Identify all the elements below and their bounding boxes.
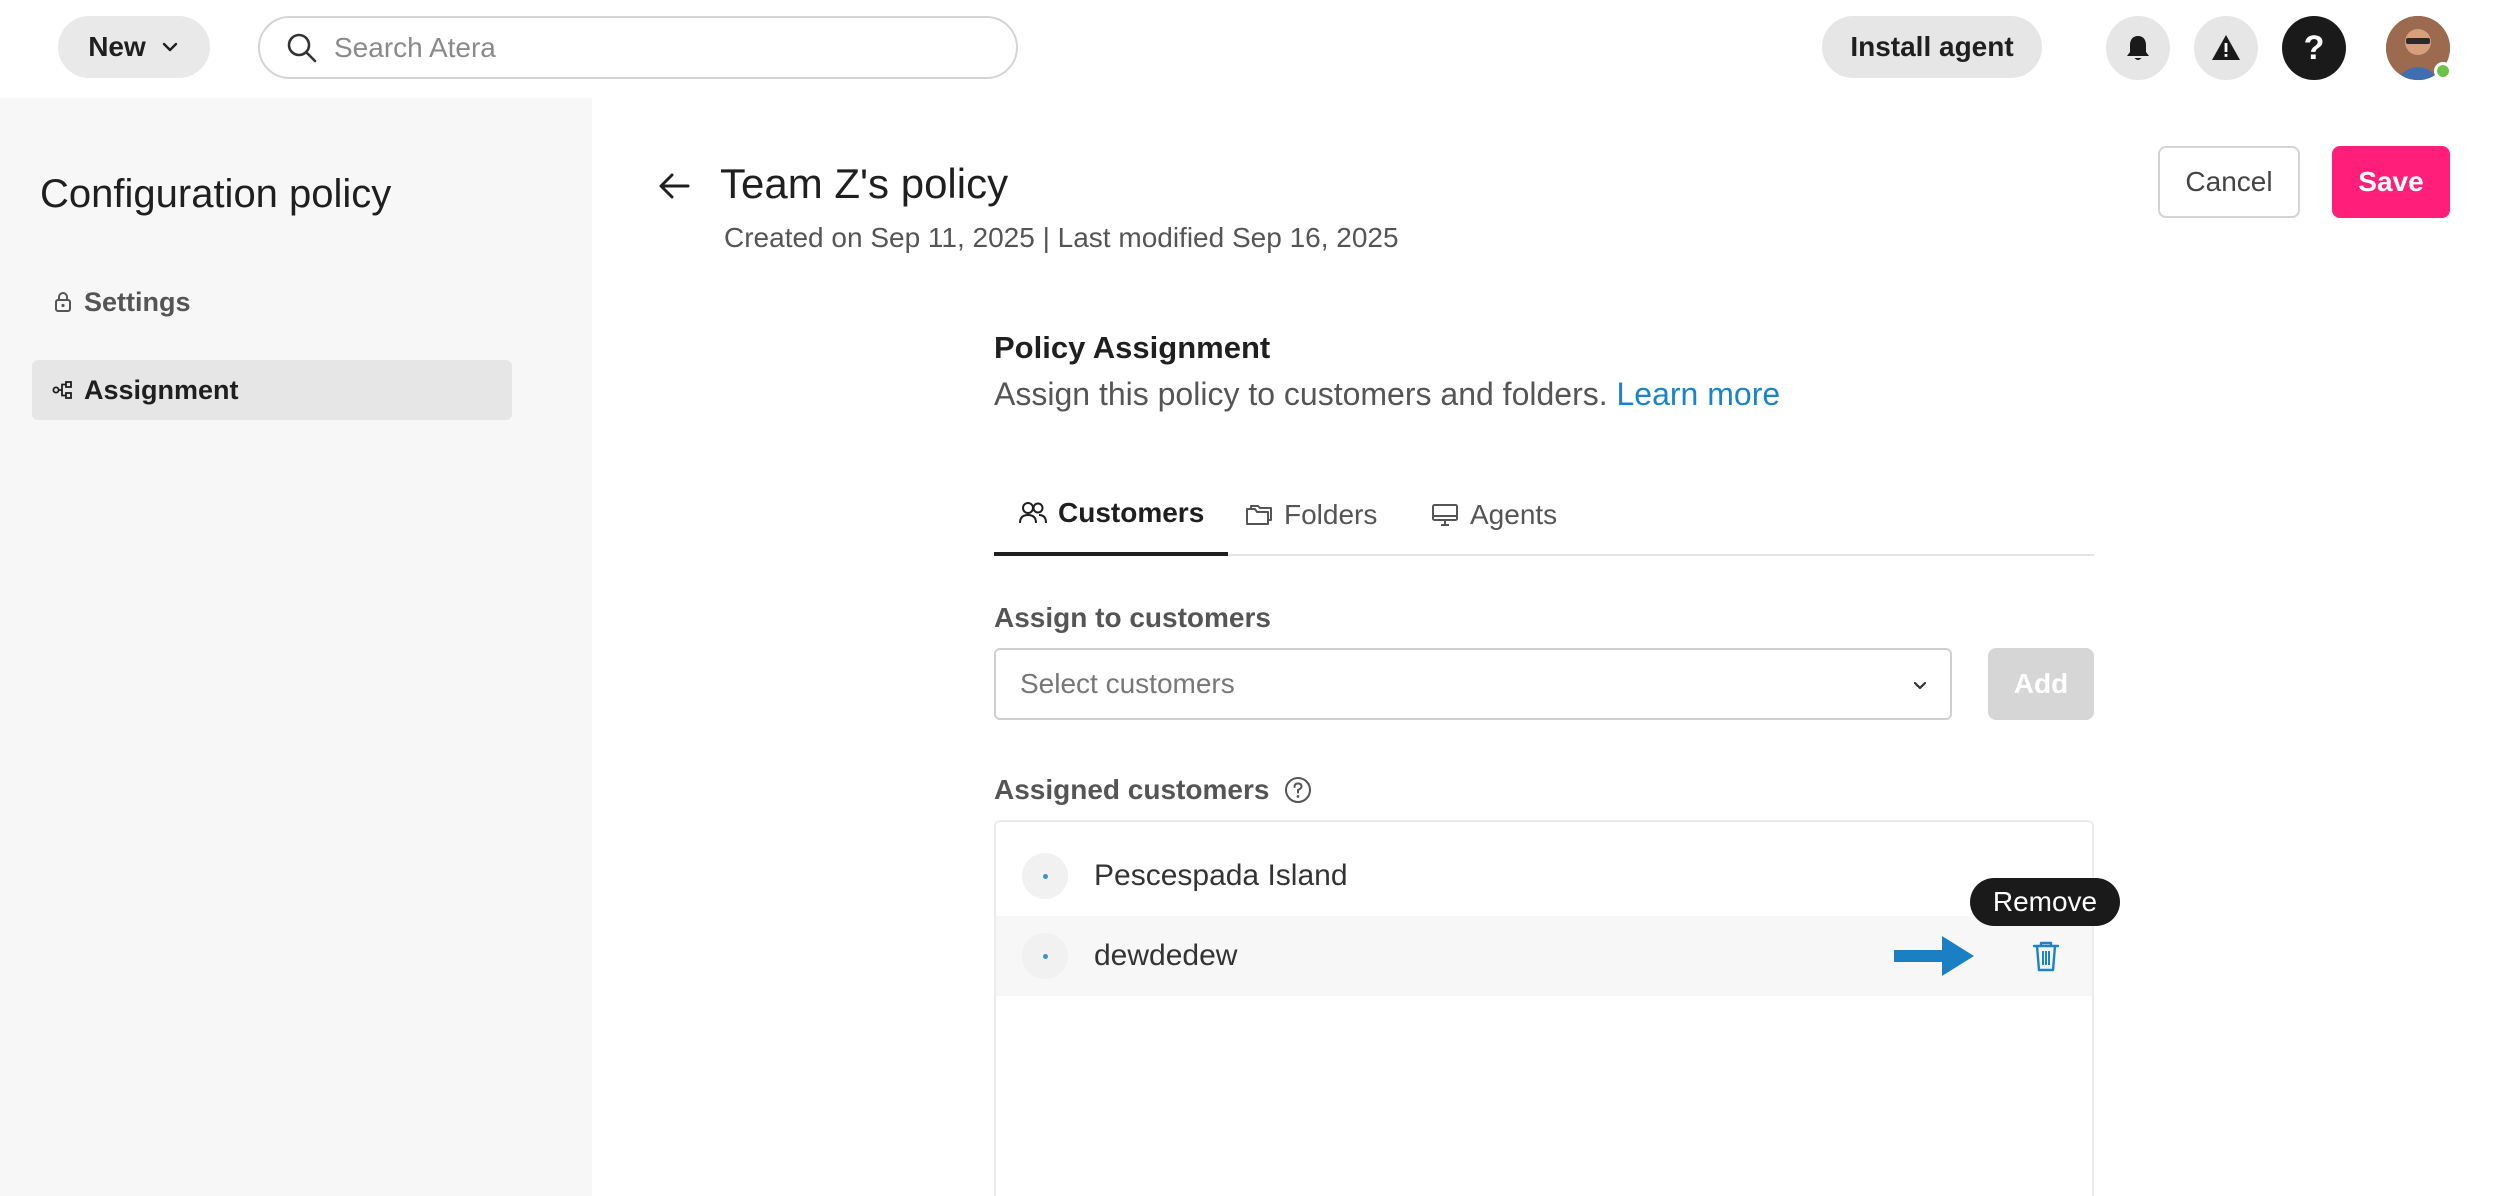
tab-folders[interactable]: Folders xyxy=(1244,474,1377,556)
customers-select[interactable]: Select customers xyxy=(994,648,1952,720)
notifications-button[interactable] xyxy=(2106,16,2170,80)
page-title: Team Z's policy xyxy=(720,160,1009,207)
new-button-label: New xyxy=(88,31,146,62)
install-agent-button[interactable]: Install agent xyxy=(1822,16,2042,78)
chevron-down-icon xyxy=(1913,681,1927,690)
learn-more-link[interactable]: Learn more xyxy=(1617,376,1781,412)
install-agent-label: Install agent xyxy=(1850,31,2014,62)
sidebar: Configuration policy Settings Assignment xyxy=(0,98,592,1196)
chevron-down-icon xyxy=(162,42,177,52)
cancel-button[interactable]: Cancel xyxy=(2158,146,2300,218)
folders-icon xyxy=(1246,505,1272,525)
customer-icon xyxy=(1022,933,1068,979)
section-title: Policy Assignment xyxy=(994,330,1271,365)
search-input[interactable] xyxy=(334,31,934,64)
back-arrow-icon[interactable] xyxy=(654,166,694,206)
sidebar-item-label: Settings xyxy=(84,286,191,317)
assign-field-label: Assign to customers xyxy=(994,602,1271,633)
tab-label: Customers xyxy=(1058,497,1205,528)
assignment-tabs: Customers Folders Agents xyxy=(994,474,2094,556)
alerts-button[interactable] xyxy=(2194,16,2258,80)
tab-label: Agents xyxy=(1470,499,1558,530)
customer-name: Pescespada Island xyxy=(1094,859,1348,892)
help-icon: ? xyxy=(2303,28,2325,67)
section-subtitle-text: Assign this policy to customers and fold… xyxy=(994,376,1608,412)
assigned-label-text: Assigned customers xyxy=(994,774,1270,805)
tab-customers[interactable]: Customers xyxy=(994,474,1228,556)
page-meta: Created on Sep 11, 2025 | Last modified … xyxy=(724,222,1399,253)
sidebar-item-assignment[interactable]: Assignment xyxy=(32,360,512,420)
warning-icon xyxy=(2212,35,2240,60)
help-circle-icon[interactable] xyxy=(1283,775,1313,805)
add-button[interactable]: Add xyxy=(1988,648,2094,720)
bell-icon xyxy=(2127,36,2149,60)
top-bar: New Install agent ? xyxy=(0,0,2494,98)
save-button[interactable]: Save xyxy=(2332,146,2450,218)
tab-agents[interactable]: Agents xyxy=(1430,474,1557,556)
select-placeholder: Select customers xyxy=(1020,668,1235,699)
remove-tooltip: Remove xyxy=(1970,878,2120,926)
online-status-dot xyxy=(2434,62,2452,80)
section-subtitle: Assign this policy to customers and fold… xyxy=(994,376,1780,413)
list-item[interactable]: Pescespada Island xyxy=(996,836,2092,916)
assigned-customers-label: Assigned customers xyxy=(994,774,1313,806)
main-content: Team Z's policy Created on Sep 11, 2025 … xyxy=(592,98,2494,1196)
trash-icon[interactable] xyxy=(2026,936,2066,976)
tab-label: Folders xyxy=(1284,499,1378,530)
sidebar-item-settings[interactable]: Settings xyxy=(32,272,512,332)
search-icon xyxy=(287,33,317,62)
sidebar-item-label: Assignment xyxy=(84,374,239,405)
sidebar-title: Configuration policy xyxy=(40,172,392,216)
assigned-customers-list: Pescespada Island dewdedew xyxy=(994,820,2094,1196)
pointer-arrow-icon xyxy=(1894,936,1974,976)
search-bar[interactable] xyxy=(258,16,1018,79)
monitor-icon xyxy=(1432,504,1458,526)
users-icon xyxy=(1019,502,1047,524)
lock-icon xyxy=(55,292,71,312)
customer-icon xyxy=(1022,853,1068,899)
customer-name: dewdedew xyxy=(1094,939,1238,972)
help-button[interactable]: ? xyxy=(2282,16,2346,80)
hierarchy-icon xyxy=(52,381,72,399)
new-button[interactable]: New xyxy=(58,16,210,78)
